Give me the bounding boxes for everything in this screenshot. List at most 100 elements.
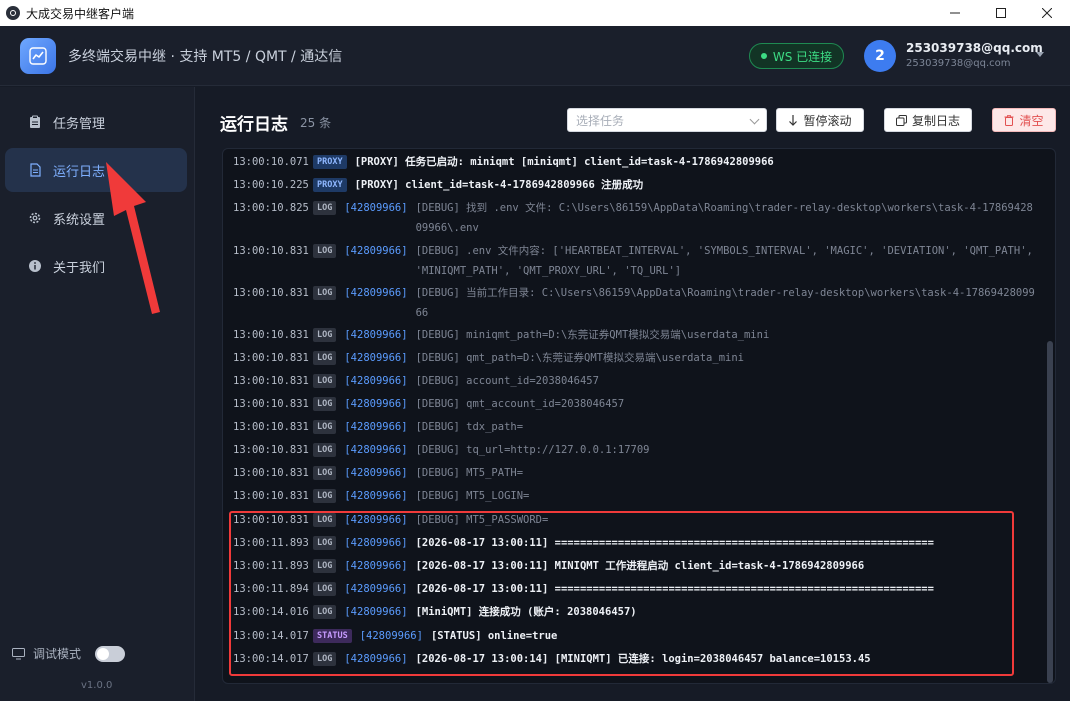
app-version: v1.0.0 [81, 680, 113, 691]
log-message: [DEBUG] qmt_account_id=2038046457 [415, 398, 625, 410]
log-line: 13:00:10.831 LOG [42809966] [DEBUG] .env 文件… [233, 241, 1039, 281]
log-timestamp: 13:00:10.831 [233, 490, 309, 502]
chart-trend-icon [29, 47, 47, 65]
log-line: 13:00:14.017 STATUS [42809966] [STATUS] onl… [233, 626, 1039, 646]
log-timestamp: 13:00:10.831 [233, 467, 309, 479]
log-message: [2026-08-17 13:00:11] ==================… [415, 583, 934, 595]
log-line: 13:00:14.017 LOG [42809966] [2026-08-17 13:… [233, 649, 1039, 669]
clipboard-icon [27, 114, 43, 130]
log-task-id: [42809966] [344, 560, 408, 572]
log-line: 13:00:10.831 LOG [42809966] [DEBUG] miniqmt… [233, 325, 1039, 345]
arrow-down-icon [789, 114, 798, 126]
log-message: [DEBUG] MT5_PASSWORD= [415, 514, 549, 526]
log-timestamp: 13:00:14.016 [233, 606, 309, 618]
log-timestamp: 13:00:10.831 [233, 329, 309, 341]
log-message: [STATUS] online=true [430, 630, 558, 642]
log-timestamp: 13:00:10.831 [233, 398, 309, 410]
log-panel[interactable]: 13:00:10.071 PROXY [PROXY] 任务已启动: miniqmt … [222, 148, 1056, 684]
status-dot-icon [760, 53, 767, 59]
copy-log-button[interactable]: 复制日志 [884, 108, 972, 132]
annotation-arrow-icon [106, 162, 160, 314]
log-level-badge: LOG [313, 201, 337, 215]
header-subtitle: 多终端交易中继 · 支持 MT5 / QMT / 通达信 [68, 49, 343, 65]
log-timestamp: 13:00:10.831 [233, 444, 309, 456]
log-level-badge: LOG [313, 420, 337, 434]
clear-log-button[interactable]: 清空 [992, 108, 1056, 132]
minimize-icon [950, 12, 960, 14]
close-icon [1042, 8, 1052, 18]
avatar[interactable]: 2 [864, 40, 896, 72]
log-level-badge: PROXY [313, 155, 347, 169]
log-level-badge: LOG [313, 244, 337, 258]
log-message: [2026-08-17 13:00:11] MINIQMT 工作进程启动 cli… [415, 560, 865, 572]
log-task-id: [42809966] [344, 329, 408, 341]
log-timestamp: 13:00:14.017 [233, 653, 309, 665]
log-level-badge: LOG [313, 351, 337, 365]
log-task-id: [42809966] [344, 245, 408, 257]
app-icon [6, 6, 20, 20]
log-line: 13:00:10.831 LOG [42809966] [DEBUG] MT5_LOG… [233, 486, 1039, 506]
log-line: 13:00:10.225 PROXY [PROXY] client_id=task-… [233, 175, 1039, 195]
debug-mode-toggle[interactable] [95, 645, 126, 662]
log-message: [DEBUG] .env 文件内容: ['HEARTBEAT_INTERVAL'… [415, 245, 1033, 277]
log-task-id: [42809966] [359, 630, 423, 642]
log-level-badge: LOG [313, 536, 337, 550]
log-line: 13:00:10.071 PROXY [PROXY] 任务已启动: miniqmt … [233, 152, 1039, 172]
log-task-id: [42809966] [344, 514, 408, 526]
pause-scroll-button[interactable]: 暂停滚动 [776, 108, 864, 132]
log-message: [2026-08-17 13:00:14] [MINIQMT] 已连接: log… [415, 653, 871, 665]
log-scrollbar[interactable] [1047, 341, 1053, 683]
log-timestamp: 13:00:10.831 [233, 287, 309, 299]
chevron-down-icon [749, 114, 760, 125]
log-level-badge: PROXY [313, 178, 347, 192]
log-message: [PROXY] 任务已启动: miniqmt [miniqmt] client_… [354, 156, 774, 168]
minimize-button[interactable] [932, 0, 978, 26]
log-level-badge: LOG [313, 513, 337, 527]
task-select[interactable]: 选择任务 [567, 108, 767, 132]
log-timestamp: 13:00:10.825 [233, 202, 309, 214]
log-line: 13:00:11.893 LOG [42809966] [2026-08-17 13:… [233, 533, 1039, 553]
close-button[interactable] [1024, 0, 1070, 26]
log-timestamp: 13:00:14.017 [233, 630, 309, 642]
app-logo [20, 38, 56, 74]
window-title: 大成交易中继客户端 [26, 6, 135, 21]
log-timestamp: 13:00:10.831 [233, 514, 309, 526]
log-message: [DEBUG] tq_url=http://127.0.0.1:17709 [415, 444, 650, 456]
maximize-icon [996, 8, 1006, 18]
app-header: 多终端交易中继 · 支持 MT5 / QMT / 通达信 WS 已连接 2 25… [0, 26, 1070, 86]
debug-mode-label: 调试模式 [33, 647, 82, 661]
log-timestamp: 13:00:10.831 [233, 375, 309, 387]
sidebar-item-tasks[interactable]: 任务管理 [5, 100, 187, 144]
user-email: 253039738@qq.com [906, 58, 1011, 69]
log-timestamp: 13:00:10.071 [233, 156, 309, 168]
task-select-placeholder: 选择任务 [576, 113, 625, 128]
user-menu-chevron-down-icon[interactable] [1036, 52, 1044, 57]
log-level-badge: LOG [313, 466, 337, 480]
log-line: 13:00:11.893 LOG [42809966] [2026-08-17 13:… [233, 556, 1039, 576]
debug-mode-row: 调试模式 [12, 645, 126, 662]
log-task-id: [42809966] [344, 375, 408, 387]
log-line: 13:00:14.016 LOG [42809966] [MiniQMT] 连接成功 … [233, 602, 1039, 622]
log-line: 13:00:11.894 LOG [42809966] [2026-08-17 13:… [233, 579, 1039, 599]
log-message: [DEBUG] account_id=2038046457 [415, 375, 599, 387]
log-task-id: [42809966] [344, 202, 408, 214]
log-level-badge: LOG [313, 397, 337, 411]
log-timestamp: 13:00:10.831 [233, 352, 309, 364]
log-message: [2026-08-17 13:00:11] ==================… [415, 537, 934, 549]
log-line: 13:00:10.831 LOG [42809966] [DEBUG] qmt_pat… [233, 348, 1039, 368]
log-timestamp: 13:00:11.893 [233, 537, 309, 549]
log-timestamp: 13:00:11.894 [233, 583, 309, 595]
ws-status-label: WS 已连接 [772, 49, 833, 64]
log-level-badge: LOG [313, 286, 337, 300]
log-level-badge: LOG [313, 582, 337, 596]
log-level-badge: LOG [313, 559, 337, 573]
maximize-button[interactable] [978, 0, 1024, 26]
log-message: [DEBUG] 当前工作目录: C:\Users\86159\AppData\R… [415, 287, 1035, 319]
log-task-id: [42809966] [344, 490, 408, 502]
sidebar-item-label: 运行日志 [53, 164, 106, 180]
user-name[interactable]: 253039738@qq.com [906, 41, 1043, 55]
document-icon [27, 162, 43, 178]
log-level-badge: LOG [313, 374, 337, 388]
log-task-id: [42809966] [344, 467, 408, 479]
log-task-id: [42809966] [344, 398, 408, 410]
